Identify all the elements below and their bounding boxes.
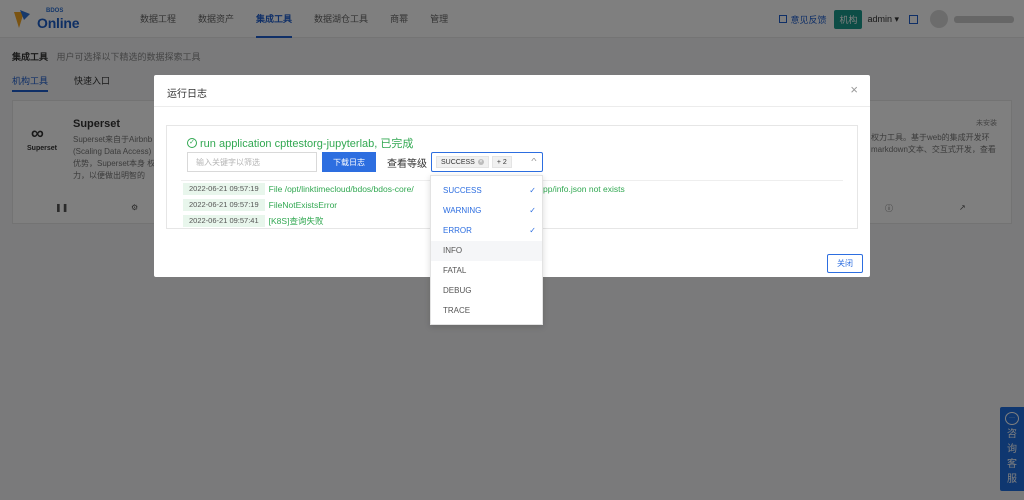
level-option-info[interactable]: INFO xyxy=(431,241,542,261)
level-option-debug[interactable]: DEBUG xyxy=(431,281,542,301)
download-log-button[interactable]: 下载日志 xyxy=(322,152,376,172)
check-icon: ✓ xyxy=(529,226,536,235)
option-label: INFO xyxy=(443,246,463,255)
chevron-up-icon[interactable]: ^ xyxy=(531,157,536,166)
log-message: File /opt/linktimecloud/bdos/bdos-core/ xyxy=(268,184,414,194)
check-icon: ✓ xyxy=(529,186,536,195)
level-option-fatal[interactable]: FATAL xyxy=(431,261,542,281)
check-icon: ✓ xyxy=(529,206,536,215)
option-label: WARNING xyxy=(443,206,482,215)
level-option-trace[interactable]: TRACE xyxy=(431,301,542,321)
tag-remove-icon[interactable]: × xyxy=(477,159,484,165)
close-button[interactable]: 关闭 xyxy=(827,254,863,273)
log-row: 2022-06-21 09:57:19 FileNotExistsError xyxy=(183,199,337,211)
close-icon[interactable]: × xyxy=(850,82,858,97)
log-row: 2022-06-21 09:57:19 File /opt/linktimecl… xyxy=(183,183,414,195)
log-timestamp: 2022-06-21 09:57:41 xyxy=(183,215,265,227)
option-label: SUCCESS xyxy=(443,186,482,195)
option-label: ERROR xyxy=(443,226,472,235)
level-dropdown-menu: SUCCESS ✓ WARNING ✓ ERROR ✓ INFO FATAL D… xyxy=(430,175,543,325)
level-option-error[interactable]: ERROR ✓ xyxy=(431,221,542,241)
level-select[interactable]: SUCCESS × + 2 ^ xyxy=(431,152,543,172)
level-label: 查看等级 xyxy=(387,159,427,170)
run-status-text: run application cpttestorg-jupyterlab, 已… xyxy=(200,138,414,150)
log-filter-input[interactable] xyxy=(187,152,317,172)
log-message-tail: pp/info.json not exists xyxy=(543,184,625,194)
log-timestamp: 2022-06-21 09:57:19 xyxy=(183,199,265,211)
modal-title: 运行日志 xyxy=(167,89,207,100)
option-label: DEBUG xyxy=(443,286,472,295)
log-timestamp: 2022-06-21 09:57:19 xyxy=(183,183,265,195)
selected-level-tag-label: SUCCESS xyxy=(441,158,475,166)
option-label: FATAL xyxy=(443,266,467,275)
option-label: TRACE xyxy=(443,306,471,315)
log-message: FileNotExistsError xyxy=(268,200,338,210)
modal-header: 运行日志 × xyxy=(154,75,870,107)
run-status: ✓ run application cpttestorg-jupyterlab,… xyxy=(187,135,413,151)
success-check-icon: ✓ xyxy=(187,138,197,148)
level-option-warning[interactable]: WARNING ✓ xyxy=(431,201,542,221)
more-levels-tag: + 2 xyxy=(491,156,512,168)
log-message: [K8S]查询失败 xyxy=(268,216,324,226)
selected-level-tag: SUCCESS × xyxy=(436,156,489,168)
level-option-success[interactable]: SUCCESS ✓ xyxy=(431,181,542,201)
log-row: 2022-06-21 09:57:41 [K8S]查询失败 xyxy=(183,215,323,227)
